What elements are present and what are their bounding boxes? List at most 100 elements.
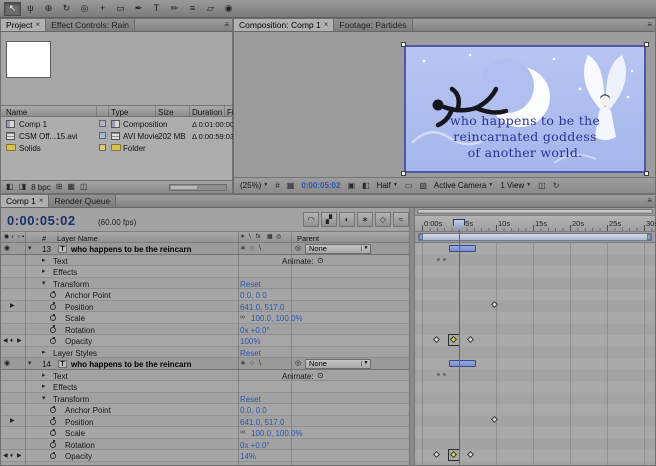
animator-marker-dot[interactable] [443,373,446,376]
puppet-pin-tool-icon[interactable]: ◉ [220,2,237,16]
delete-icon[interactable]: ◫ [80,183,88,191]
property-value[interactable]: 0.0, 0.0 [240,406,267,415]
composition-canvas[interactable]: who happens to be the reincarnated godde… [401,42,649,176]
mask-tool-icon[interactable]: ▭ [112,2,129,16]
selection-handle[interactable] [644,42,649,47]
stopwatch-icon[interactable] [50,325,56,333]
animator-marker-dot[interactable] [443,258,446,261]
eye-icon[interactable]: ◉ [4,245,10,252]
effect-switch-icon[interactable]: ○ [250,245,254,252]
tab-footage[interactable]: Footage: Partides [334,19,413,31]
frame-blend-button[interactable]: ▞ [321,212,337,227]
chevron-right-icon[interactable]: ▸ [42,349,46,356]
reset-link[interactable]: Reset [240,349,261,358]
stopwatch-icon[interactable] [50,428,56,436]
tab-project[interactable]: Project × [1,19,47,31]
auto-keyframe-button[interactable]: ◇ [375,212,391,227]
add-keyframe-icon[interactable]: ♦ [10,338,13,344]
stopwatch-icon[interactable] [50,417,56,425]
reset-link[interactable]: Reset [240,395,261,404]
parent-dropdown[interactable]: None ▼ [305,244,371,254]
pen-tool-icon[interactable]: ✒ [130,2,147,16]
chevron-right-icon[interactable]: ▸ [42,372,46,379]
new-folder-icon[interactable]: ⊞ [56,183,63,191]
property-row-scale[interactable]: Scale ∞ 100.0, 100.0% [1,312,409,324]
stopwatch-icon[interactable] [50,302,56,310]
item-name[interactable]: CSM Off...15.avi [19,132,78,141]
panel-menu-icon[interactable]: ≡ [647,21,652,29]
region-of-interest-icon[interactable]: ▭ [405,181,413,190]
property-row-anchor-point[interactable]: Anchor Point 0.0, 0.0 [1,404,409,416]
zoom-tool-icon[interactable]: ⊕ [40,2,57,16]
preview-timecode[interactable]: 0:00:05:02 [301,181,340,190]
time-ruler[interactable]: 0:00s 05s 10s 15s 20s 25s 30s [415,216,656,232]
snapshot-icon[interactable]: ▣ [347,181,355,190]
next-keyframe-icon[interactable]: ▶ [17,453,22,459]
chevron-right-icon[interactable]: ▸ [42,464,46,466]
group-row-transform[interactable]: ▾ Transform Reset [1,392,409,404]
selection-tool-icon[interactable]: ↖ [4,1,21,16]
group-row-layer-styles[interactable]: ▸ Layer Styles Reset [1,346,409,358]
group-row-layer-styles[interactable]: ▸ Layer Styles Reset [1,461,409,466]
constrain-proportions-icon[interactable]: ∞ [240,429,245,436]
camera-view-dropdown[interactable]: Active Camera ▼ [434,181,493,190]
eye-icon[interactable]: ◉ [4,360,10,367]
item-name[interactable]: Solids [19,144,41,153]
safe-zones-icon[interactable]: # [275,181,279,190]
layer-name[interactable]: who happens to be the reincarn [71,360,191,369]
column-header-size[interactable]: Size [158,108,174,117]
project-flowchart-icon[interactable]: ◧ [6,183,14,191]
column-header-type[interactable]: Type [111,108,128,117]
prev-keyframe-icon[interactable]: ◀ [3,453,8,459]
reset-link[interactable]: Reset [240,464,261,466]
graph-editor-button[interactable]: ≈ [393,212,409,227]
label-chip[interactable] [99,120,106,127]
group-row-text[interactable]: ▸ Text Animate: ⊙ [1,369,409,381]
work-area-end-handle[interactable] [647,234,651,240]
group-row-transform[interactable]: ▾ Transform Reset [1,277,409,289]
tab-comp-1[interactable]: Comp 1 × [1,195,50,207]
layer-duration-bar[interactable] [449,245,476,252]
pixel-aspect-icon[interactable]: ◫ [538,181,546,190]
tab-composition[interactable]: Composition: Comp 1 × [234,19,335,31]
add-keyframe-icon[interactable]: ♦ [10,453,13,459]
animate-add-icon[interactable]: ⊙ [317,256,324,265]
selection-handle[interactable] [401,171,406,176]
project-item-row[interactable]: CSM Off...15.avi AVI Movie 202 MB Δ 0:00… [1,130,234,142]
close-icon[interactable]: × [39,197,44,205]
brainstorm-button[interactable]: ∗ [357,212,373,227]
label-chip[interactable] [99,132,106,139]
motion-blur-button[interactable]: ◐ [339,212,355,227]
selection-handle[interactable] [644,171,649,176]
layer-row[interactable]: ◉ ▾ 14 T who happens to be the reincarn … [1,358,409,370]
new-composition-icon[interactable]: ▦ [67,183,75,191]
property-value[interactable]: 0x +0.0° [240,441,270,450]
property-row-anchor-point[interactable]: Anchor Point 0.0, 0.0 [1,289,409,301]
quality-switch-icon[interactable]: \ [259,360,261,367]
stopwatch-icon[interactable] [50,451,56,459]
collapse-switch-icon[interactable]: ∗ [240,245,246,252]
eraser-tool-icon[interactable]: ▱ [202,2,219,16]
close-icon[interactable]: × [324,21,329,29]
project-item-row[interactable]: Comp 1 Composition Δ 0:01:00:00 [1,118,234,130]
fast-preview-icon[interactable]: ↻ [553,181,560,190]
layer-row[interactable]: ◉ ▾ 13 T who happens to be the reincarn … [1,243,409,255]
time-navigator-thumb[interactable] [417,209,653,214]
property-value[interactable]: 641.0, 517.0 [240,418,284,427]
animate-add-icon[interactable]: ⊙ [317,371,324,380]
hide-shy-layers-button[interactable]: ◠ [303,212,319,227]
chevron-down-icon[interactable]: ▾ [28,245,32,252]
panel-menu-icon[interactable]: ≡ [224,21,229,29]
effect-switch-icon[interactable]: ○ [250,360,254,367]
time-navigator[interactable] [415,208,655,216]
label-chip[interactable] [99,144,106,151]
tab-effect-controls[interactable]: Effect Controls: Rain [46,19,135,31]
magnification-dropdown[interactable]: (25%) ▼ [240,181,268,190]
grid-icon[interactable]: ▦ [287,181,295,190]
resolution-dropdown[interactable]: Half ▼ [377,181,398,190]
stopwatch-icon[interactable] [50,290,56,298]
layer-duration-bar[interactable] [449,360,476,367]
group-row-text[interactable]: ▸ Text Animate: ⊙ [1,254,409,266]
next-keyframe-icon[interactable]: ▶ [10,303,15,309]
tab-render-queue[interactable]: Render Queue [49,195,117,207]
